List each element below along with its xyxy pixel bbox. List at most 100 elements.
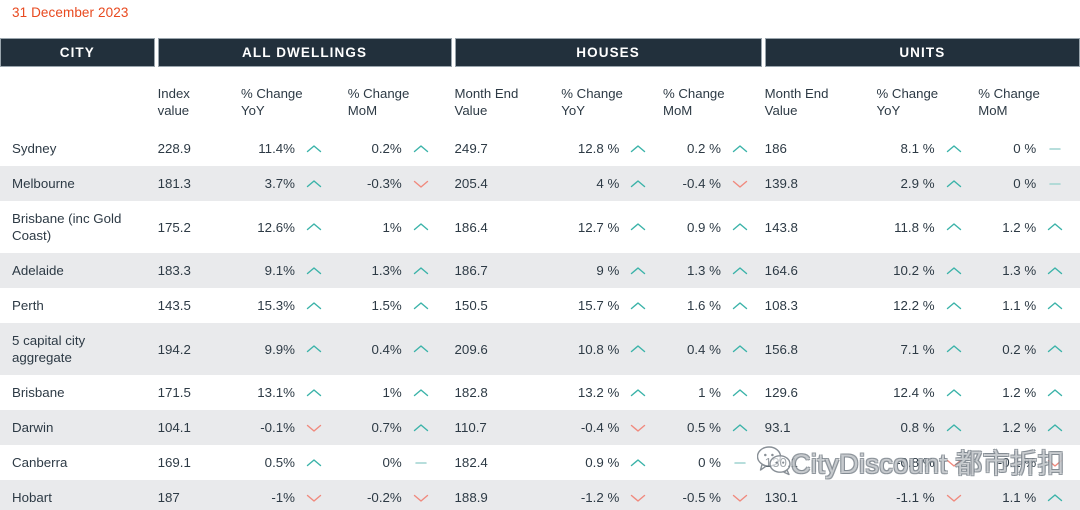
column-header-houses-yoy: % Change YoY xyxy=(561,67,663,131)
row-houses-yoy-value: 12.8 % xyxy=(577,141,620,156)
row-houses-month-end-value: 150.5 xyxy=(454,298,488,313)
row-units-mom: 0.2 % xyxy=(978,323,1080,375)
row-dwellings-mom-up-indicator-icon xyxy=(409,344,433,354)
row-city-label: Canberra xyxy=(12,455,68,470)
row-houses-mom-value: -0.4 % xyxy=(682,176,721,191)
table-body: Sydney 228.9 11.4% 0.2% 249.7 12.8 % 0.2 % 186 8… xyxy=(0,131,1080,510)
group-band-all-dwellings: ALL DWELLINGS xyxy=(157,38,452,67)
column-header-dwellings-yoy: % Change YoY xyxy=(240,67,348,131)
row-city-label: 5 capital city aggregate xyxy=(0,323,158,375)
row-city-label: Darwin xyxy=(0,410,158,445)
row-houses-yoy-value: 4 % xyxy=(596,176,620,191)
row-units-month-end-value: 129.6 xyxy=(764,385,798,400)
row-city-label: Hobart xyxy=(0,480,158,510)
row-houses-month-end-value: 186.7 xyxy=(454,253,562,288)
row-dwellings-yoy: 3.7% xyxy=(240,166,348,201)
row-units-yoy: -1.1 % xyxy=(876,480,979,510)
table-row: Adelaide 183.3 9.1% 1.3% 186.7 9 % 1.3 % 164.6 1… xyxy=(0,253,1080,288)
row-dwellings-mom: 0.7% xyxy=(347,410,455,445)
table-row: Darwin 104.1 -0.1% 0.7% 110.7 -0.4 % 0.5 % 93.1… xyxy=(0,410,1080,445)
row-houses-yoy: 9 % xyxy=(561,253,663,288)
row-units-month-end-value: 156.8 xyxy=(764,323,877,375)
row-dwellings-mom-down-indicator-icon xyxy=(409,179,433,189)
row-city-label: Melbourne xyxy=(0,166,158,201)
table-row: Brisbane 171.5 13.1% 1% 182.8 13.2 % 1 % 129.6 1… xyxy=(0,375,1080,410)
group-header-houses: HOUSES xyxy=(454,38,765,67)
row-dwellings-mom: 1.5% xyxy=(348,288,455,323)
row-units-yoy-value: 12.2 % xyxy=(893,298,935,313)
row-houses-mom-down-indicator-icon xyxy=(728,179,752,189)
row-dwellings-mom-up-indicator-icon xyxy=(409,222,433,232)
row-dwellings-mom-up-indicator-icon xyxy=(409,423,433,433)
row-dwellings-mom: 0.2% xyxy=(348,131,455,166)
row-units-yoy-value: 8.1 % xyxy=(900,141,935,156)
row-dwellings-yoy-up-indicator-icon xyxy=(302,179,326,189)
row-houses-mom: 1.3 % xyxy=(662,253,765,288)
row-houses-yoy-value: 10.8 % xyxy=(577,341,620,357)
row-units-yoy: -0.8 % xyxy=(877,445,979,480)
row-dwellings-mom: 0% xyxy=(348,445,455,480)
row-houses-mom-value: 1.3 % xyxy=(686,263,721,278)
row-dwellings-index-value: 228.9 xyxy=(157,141,191,156)
row-houses-month-end-value: 188.9 xyxy=(454,480,562,510)
group-band-houses: HOUSES xyxy=(454,38,762,67)
row-dwellings-index-value: 169.1 xyxy=(157,455,191,470)
row-units-mom-value: 0.2 % xyxy=(1002,341,1037,357)
row-dwellings-yoy: 13.1% xyxy=(241,375,348,410)
row-dwellings-mom-value: -0.2% xyxy=(367,490,402,505)
row-dwellings-yoy-value: 9.9% xyxy=(264,341,295,357)
row-houses-mom-value: 0 % xyxy=(698,455,721,470)
row-units-mom-value: 1.2 % xyxy=(1002,385,1037,400)
row-units-yoy: 0.8 % xyxy=(876,410,979,445)
property-index-table-wrapper: CITY ALL DWELLINGS HOUSES UNITS Index va… xyxy=(0,38,1080,510)
row-units-mom-value: 1.1 % xyxy=(1002,490,1037,505)
row-units-mom: 1.2 % xyxy=(978,375,1080,410)
row-dwellings-yoy-value: 9.1% xyxy=(264,263,295,278)
row-dwellings-mom-up-indicator-icon xyxy=(409,144,433,154)
row-houses-mom-up-indicator-icon xyxy=(728,266,752,276)
row-units-mom-up-indicator-icon xyxy=(1043,222,1067,232)
row-houses-mom-up-indicator-icon xyxy=(728,301,752,311)
row-houses-yoy-value: -0.4 % xyxy=(580,420,620,435)
row-houses-yoy: -0.4 % xyxy=(561,410,663,445)
table-row: Melbourne 181.3 3.7% -0.3% 205.4 4 % -0.4 % 139… xyxy=(0,166,1080,201)
row-units-mom-value: 1.3 % xyxy=(1002,263,1037,278)
row-dwellings-index-value: 194.2 xyxy=(157,323,241,375)
group-band-city: CITY xyxy=(0,38,155,67)
row-units-mom: -0.1 % xyxy=(978,445,1080,480)
row-units-mom-up-indicator-icon xyxy=(1043,301,1067,311)
row-units-yoy-value: 0.8 % xyxy=(900,420,935,435)
row-houses-mom: 0.5 % xyxy=(662,410,765,445)
row-city-label: Brisbane xyxy=(12,385,65,400)
column-header-row: Index value % Change YoY % Change MoM Mo… xyxy=(0,67,1080,131)
row-units-mom-flat-indicator-icon xyxy=(1043,179,1067,189)
row-dwellings-yoy-value: 12.6% xyxy=(257,219,295,235)
table-row: Perth 143.5 15.3% 1.5% 150.5 15.7 % 1.6 % 108.3… xyxy=(0,288,1080,323)
row-houses-yoy-value: 0.9 % xyxy=(585,455,620,470)
row-dwellings-yoy-up-indicator-icon xyxy=(302,301,326,311)
row-units-mom-up-indicator-icon xyxy=(1043,344,1067,354)
row-dwellings-yoy-down-indicator-icon xyxy=(302,423,326,433)
row-units-yoy: 8.1 % xyxy=(877,131,979,166)
row-houses-mom-value: 0.2 % xyxy=(686,141,721,156)
row-dwellings-yoy: 0.5% xyxy=(241,445,348,480)
row-houses-month-end-value: 205.4 xyxy=(454,166,562,201)
row-units-yoy-value: 2.9 % xyxy=(900,176,935,191)
row-dwellings-mom-up-indicator-icon xyxy=(409,301,433,311)
row-dwellings-yoy-down-indicator-icon xyxy=(302,493,326,503)
row-units-yoy-up-indicator-icon xyxy=(942,423,966,433)
row-units-yoy-up-indicator-icon xyxy=(942,301,966,311)
row-houses-mom: 1 % xyxy=(663,375,765,410)
property-index-table: CITY ALL DWELLINGS HOUSES UNITS Index va… xyxy=(0,38,1080,510)
row-dwellings-yoy: 11.4% xyxy=(241,131,348,166)
row-houses-month-end-value: 182.4 xyxy=(454,455,488,470)
row-houses-mom: 0.2 % xyxy=(663,131,765,166)
report-date-caption: 31 December 2023 xyxy=(12,5,129,20)
row-dwellings-mom-down-indicator-icon xyxy=(409,493,433,503)
row-dwellings-yoy: 12.6% xyxy=(241,201,348,253)
row-dwellings-yoy-value: -0.1% xyxy=(260,420,295,435)
row-houses-yoy-down-indicator-icon xyxy=(626,493,650,503)
row-houses-yoy-up-indicator-icon xyxy=(626,222,650,232)
row-houses-mom-up-indicator-icon xyxy=(728,344,752,354)
row-units-mom-value: 0 % xyxy=(1013,176,1037,191)
